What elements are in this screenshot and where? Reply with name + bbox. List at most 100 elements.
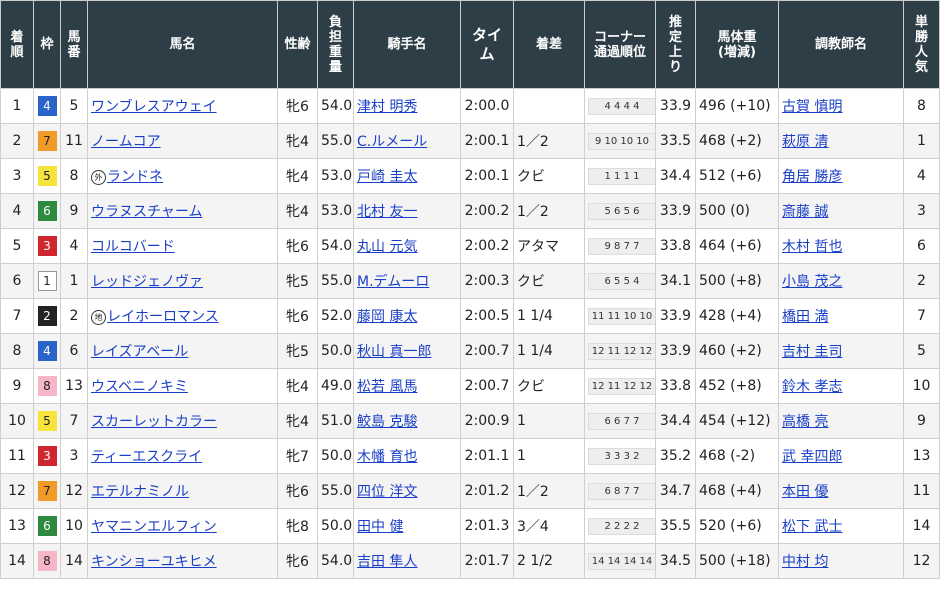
trainer-name-link[interactable]: 萩原 清 [782, 134, 828, 150]
horse-name-link[interactable]: エテルナミノル [91, 484, 189, 500]
trainer-name-link[interactable]: 斎藤 誠 [782, 204, 828, 220]
corner-positions: 3 3 3 2 [588, 448, 655, 465]
umaban-cell: 12 [60, 473, 88, 509]
trainer-name-link[interactable]: 本田 優 [782, 484, 828, 500]
rank-cell: 9 [0, 368, 34, 404]
horse-name-link[interactable]: レッドジェノヴァ [91, 274, 203, 290]
popularity-cell: 11 [903, 473, 940, 509]
trainer-name-link[interactable]: 高橋 亮 [782, 414, 828, 430]
trainer-name-link[interactable]: 吉村 圭司 [782, 344, 842, 360]
jockey-cell: M.デムーロ [353, 263, 461, 299]
last3f-cell: 35.5 [655, 508, 696, 544]
trainer-name-link[interactable]: 中村 均 [782, 554, 828, 570]
body-weight-cell: 464 (+6) [695, 228, 779, 264]
jockey-cell: 四位 洋文 [353, 473, 461, 509]
result-row: 4 6 9 ウラヌスチャーム 牝4 53.0 北村 友一 2:00.2 1／2 5 6 5 6 33… [0, 193, 940, 229]
trainer-cell: 高橋 亮 [778, 403, 904, 439]
jockey-name-link[interactable]: 松若 風馬 [357, 379, 417, 395]
time-cell: 2:00.7 [460, 333, 514, 369]
jockey-name-link[interactable]: 田中 健 [357, 519, 403, 535]
jockey-name-link[interactable]: 丸山 元気 [357, 239, 417, 255]
jockey-name-link[interactable]: 秋山 真一郎 [357, 344, 431, 360]
time-cell: 2:01.2 [460, 473, 514, 509]
trainer-cell: 橋田 満 [778, 298, 904, 334]
jockey-name-link[interactable]: M.デムーロ [357, 274, 429, 290]
margin-cell: 2 1/2 [513, 543, 585, 579]
jockey-cell: 田中 健 [353, 508, 461, 544]
jockey-cell: 木幡 育也 [353, 438, 461, 474]
waku-badge: 3 [37, 236, 57, 256]
horse-name-link[interactable]: ヤマニンエルフィン [91, 519, 217, 535]
rank-cell: 3 [0, 158, 34, 194]
trainer-name-link[interactable]: 小島 茂之 [782, 274, 842, 290]
horse-name-link[interactable]: コルコバード [91, 239, 175, 255]
jockey-name-link[interactable]: 津村 明秀 [357, 99, 417, 115]
horse-name-link[interactable]: スカーレットカラー [91, 414, 217, 430]
waku-badge: 1 [37, 271, 57, 291]
jockey-name-link[interactable]: 戸崎 圭太 [357, 169, 417, 185]
corner-positions: 11 11 10 10 [588, 308, 655, 325]
horse-name-link[interactable]: ティーエスクライ [91, 449, 202, 465]
last3f-cell: 34.4 [655, 403, 696, 439]
trainer-name-link[interactable]: 鈴木 孝志 [782, 379, 842, 395]
horse-name-link[interactable]: ノームコア [91, 134, 161, 150]
horse-name-link[interactable]: レイズアベール [91, 344, 188, 360]
corner-cell: 2 2 2 2 [584, 508, 656, 544]
waku-badge: 5 [37, 411, 57, 431]
horse-name-link[interactable]: ワンブレスアウェイ [91, 99, 217, 115]
corner-cell: 12 11 12 12 [584, 368, 656, 404]
waku-badge: 8 [37, 551, 57, 571]
jockey-name-link[interactable]: 鮫島 克駿 [357, 414, 417, 430]
trainer-name-link[interactable]: 角居 勝彦 [782, 169, 842, 185]
jockey-name-link[interactable]: 藤岡 康太 [357, 309, 417, 325]
corner-positions: 1 1 1 1 [588, 168, 655, 185]
weight-cell: 55.0 [317, 263, 354, 299]
horse-name-link[interactable]: ウスベニノキミ [91, 379, 188, 395]
trainer-name-link[interactable]: 橋田 満 [782, 309, 828, 325]
trainer-cell: 中村 均 [778, 543, 904, 579]
trainer-name-link[interactable]: 武 幸四郎 [782, 449, 842, 465]
sexage-cell: 牝5 [277, 263, 318, 299]
horse-name-link[interactable]: レイホーロマンス [107, 309, 219, 325]
waku-cell: 6 [33, 193, 61, 229]
horse-name-link[interactable]: ウラヌスチャーム [91, 204, 202, 220]
margin-cell: アタマ [513, 228, 585, 264]
weight-cell: 50.0 [317, 438, 354, 474]
result-row: 10 5 7 スカーレットカラー 牝4 51.0 鮫島 克駿 2:00.9 1 6 6 7 7 34… [0, 403, 940, 439]
trainer-cell: 吉村 圭司 [778, 333, 904, 369]
trainer-name-link[interactable]: 松下 武士 [782, 519, 842, 535]
jockey-name-link[interactable]: 吉田 隼人 [357, 554, 417, 570]
body-weight-cell: 512 (+6) [695, 158, 779, 194]
sexage-cell: 牝6 [277, 298, 318, 334]
horse-name-link[interactable]: ランドネ [107, 169, 163, 185]
margin-cell: 1／2 [513, 123, 585, 159]
weight-cell: 50.0 [317, 333, 354, 369]
rank-cell: 4 [0, 193, 34, 229]
jockey-cell: 吉田 隼人 [353, 543, 461, 579]
header-waku: 枠 [33, 0, 61, 89]
horse-cell: コルコバード [87, 228, 278, 264]
horse-name-link[interactable]: キンショーユキヒメ [91, 554, 217, 570]
jockey-name-link[interactable]: C.ルメール [357, 134, 427, 150]
jockey-name-link[interactable]: 北村 友一 [357, 204, 417, 220]
sexage-cell: 牝4 [277, 403, 318, 439]
time-cell: 2:00.2 [460, 228, 514, 264]
umaban-cell: 8 [60, 158, 88, 194]
result-row: 1 4 5 ワンブレスアウェイ 牝6 54.0 津村 明秀 2:00.0 4 4 4 4 33.9… [0, 88, 940, 124]
jockey-name-link[interactable]: 四位 洋文 [357, 484, 417, 500]
trainer-name-link[interactable]: 木村 哲也 [782, 239, 842, 255]
corner-positions: 14 14 14 14 [588, 553, 655, 570]
header-weight: 負担重量 [317, 0, 354, 89]
waku-badge: 4 [37, 96, 57, 116]
jockey-name-link[interactable]: 木幡 育也 [357, 449, 417, 465]
popularity-cell: 14 [903, 508, 940, 544]
result-row: 2 7 11 ノームコア 牝4 55.0 C.ルメール 2:00.1 1／2 9 10 10 10… [0, 123, 940, 159]
waku-badge: 7 [37, 481, 57, 501]
time-cell: 2:00.3 [460, 263, 514, 299]
body-weight-cell: 500 (+8) [695, 263, 779, 299]
header-body: 馬体重(増減) [695, 0, 779, 89]
sexage-cell: 牝7 [277, 438, 318, 474]
jockey-cell: 津村 明秀 [353, 88, 461, 124]
waku-cell: 5 [33, 158, 61, 194]
trainer-name-link[interactable]: 古賀 慎明 [782, 99, 842, 115]
